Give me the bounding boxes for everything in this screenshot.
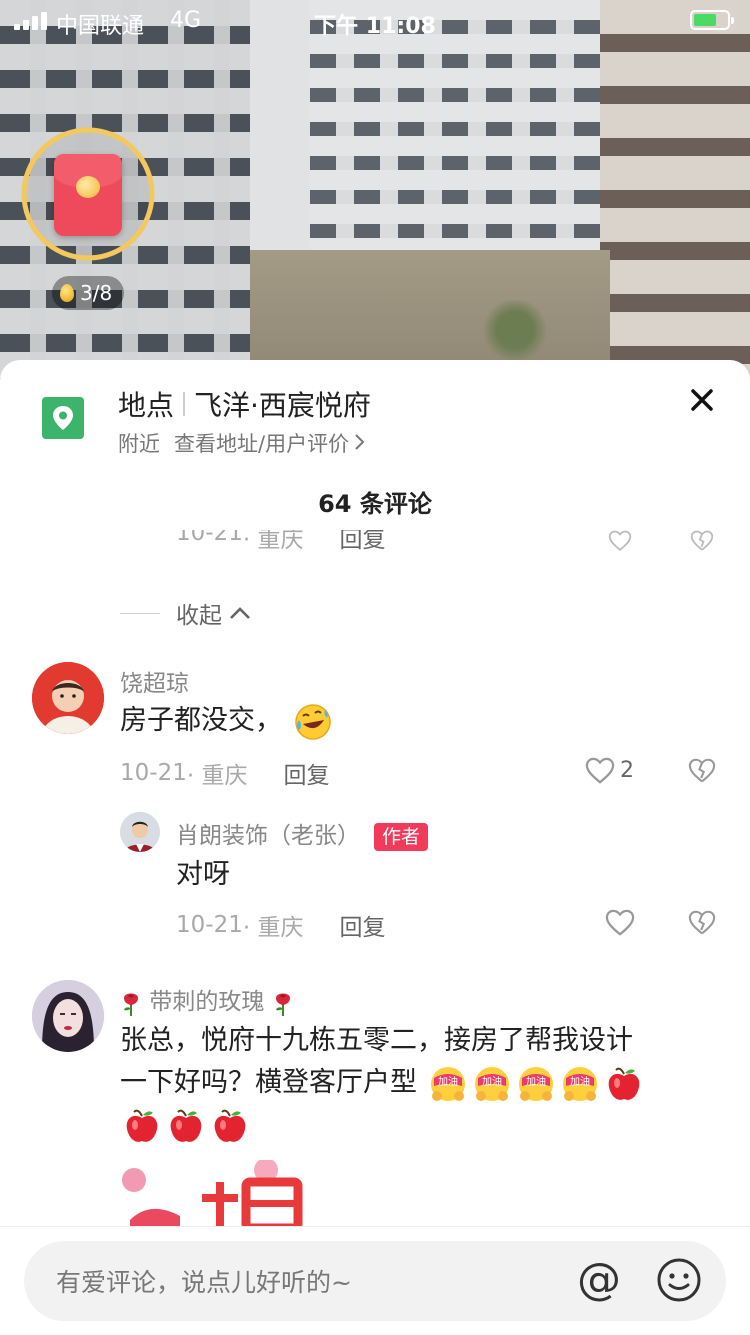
location-label: 地点 [118,389,175,422]
reply-username[interactable]: 肖朗装饰（老张） [176,823,360,849]
location-detail-link[interactable]: 查看地址/用户评价 [174,428,349,458]
reward-progress[interactable]: 3/8 [52,276,125,310]
reply-username-row: 肖朗装饰（老张） 作者 [176,816,429,851]
comment-body-line1: 张总，悦府十九栋五零二，接房了帮我设计 [120,1025,633,1056]
collapse-replies-button[interactable]: 收起 [120,596,252,630]
reward-progress-label: 3/8 [80,281,113,305]
chevron-up-icon [230,607,250,619]
collapse-label: 收起 [176,603,222,629]
gold-egg-icon [60,284,74,302]
red-envelope-button[interactable] [54,154,122,236]
partial-reply-button[interactable]: 回复 [339,530,385,552]
sticker-image[interactable] [120,1160,320,1228]
woman-portrait [32,980,104,1052]
comment-username[interactable]: 带刺的玫瑰 [149,989,264,1015]
location-subline[interactable]: 附近 查看地址/用户评价 [118,428,367,458]
tree [480,300,550,360]
envelope-coin-icon [76,176,100,198]
jiayou-emoji-text: 加油 [482,1075,502,1088]
jiayou-emoji: 加油 [562,1066,597,1101]
comment-body-line2: 一下好吗？横登客厅户型 [120,1067,417,1098]
comments-sheet: 地点 飞洋·西宸悦府 附近 查看地址/用户评价 64 条评论 10-21 · 重… [0,360,750,1334]
avatar[interactable] [120,812,160,852]
emoji-row: 加油 加油 加油 加油 [426,1066,646,1101]
laughing-crying-emoji [294,703,331,740]
child-portrait [32,662,104,734]
comment-username[interactable]: 饶超琼 [120,664,189,698]
comment-body: 房子都没交， [120,705,282,736]
jiayou-emoji-text: 加油 [438,1075,458,1088]
location-name: 飞洋·西宸悦府 [194,389,371,422]
author-badge: 作者 [374,822,429,851]
location-pin-icon [42,397,84,439]
heart-icon[interactable] [604,909,636,937]
broken-heart-icon[interactable] [688,910,716,936]
building-right [600,0,750,380]
reply-place: · 重庆 [242,915,304,941]
reply-date: 10-21 [176,912,243,938]
reply-meta: 10-21 · 重庆 回复 [176,908,385,942]
comment-input[interactable]: 有爱评论，说点儿好听的~ @ [24,1241,726,1321]
reply-button[interactable]: 回复 [339,908,385,942]
location-separator [183,392,186,416]
comment-meta: 10-21 · 重庆 回复 [120,756,329,790]
emoji-picker-icon[interactable] [656,1257,702,1303]
emoji-row [120,1104,720,1146]
comment-username-row: 带刺的玫瑰 [120,982,294,1016]
broken-heart-icon[interactable] [688,758,716,784]
rose-icon [275,993,290,1016]
broken-heart-icon[interactable] [688,530,716,552]
comment-text: 张总，悦府十九栋五零二，接房了帮我设计 一下好吗？横登客厅户型 加油 加油 加油 加油 [120,1020,720,1146]
comment-count-title: 64 条评论 [318,490,432,518]
apple-emoji [608,1067,639,1100]
location-nearby: 附近 [118,432,160,456]
reply-button[interactable]: 回复 [283,756,329,790]
comment-place: · 重庆 [186,763,248,789]
battery-icon [690,10,734,30]
partial-date: 10-21 [176,530,243,546]
jiayou-emoji: 加油 [430,1066,465,1101]
status-bar: 中国联通 4G 下午 11:08 [0,0,750,40]
reply-text: 对呀 [176,859,230,890]
man-portrait [120,812,160,852]
comment-text: 房子都没交， [120,700,335,742]
jiayou-emoji-text: 加油 [570,1075,590,1088]
avatar[interactable] [32,980,104,1052]
comment-input-bar: 有爱评论，说点儿好听的~ @ [0,1226,750,1335]
heart-icon[interactable] [584,757,616,785]
jiayou-emoji: 加油 [474,1066,509,1101]
apple-emoji [126,1109,158,1142]
battery-cap [731,17,734,24]
location-title[interactable]: 地点 飞洋·西宸悦府 [118,384,371,424]
avatar[interactable] [32,662,104,734]
partial-comment-meta: 10-21 · 重庆 回复 [176,530,385,552]
divider-line [120,612,160,614]
chevron-right-icon [355,434,365,450]
rose-icon [124,993,138,1016]
close-icon[interactable] [684,382,720,418]
jiayou-emoji-text: 加油 [526,1075,546,1088]
jiayou-emoji: 加油 [518,1066,553,1101]
at-mention-icon[interactable]: @ [577,1255,621,1305]
clock: 下午 11:08 [314,14,436,39]
comment-body-line2-row: 一下好吗？横登客厅户型 加油 加油 加油 加油 [120,1062,720,1104]
like-count: 2 [620,758,634,783]
battery-fill [694,14,716,26]
comment-date: 10-21 [120,760,187,786]
comment-input-placeholder: 有爱评论，说点儿好听的~ [56,1268,352,1297]
apple-emoji [170,1109,202,1142]
heart-icon[interactable] [604,530,636,552]
apple-emoji [214,1109,246,1142]
partial-place: · 重庆 [242,530,304,552]
